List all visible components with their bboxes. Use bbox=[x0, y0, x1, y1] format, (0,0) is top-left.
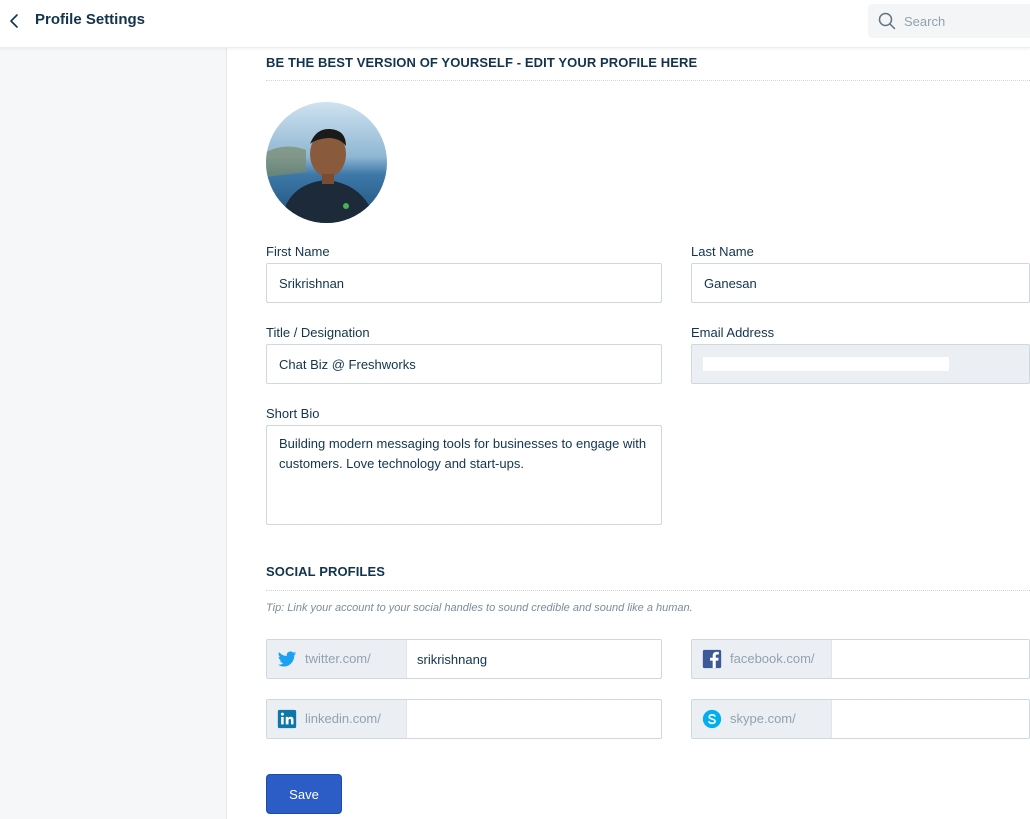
title-label: Title / Designation bbox=[266, 325, 370, 340]
skype-prefix-text: skype.com/ bbox=[730, 711, 796, 726]
last-name-input[interactable] bbox=[691, 263, 1030, 303]
divider bbox=[266, 590, 1030, 591]
back-button[interactable] bbox=[4, 10, 26, 32]
avatar[interactable] bbox=[266, 102, 387, 223]
skype-input[interactable] bbox=[833, 700, 1029, 738]
page-title: Profile Settings bbox=[35, 11, 146, 28]
twitter-input[interactable] bbox=[408, 640, 661, 678]
search-box[interactable] bbox=[868, 4, 1030, 38]
facebook-icon bbox=[702, 649, 722, 669]
email-label: Email Address bbox=[691, 325, 775, 340]
skype-icon bbox=[702, 709, 722, 729]
twitter-icon bbox=[277, 651, 297, 667]
first-name-input[interactable] bbox=[266, 263, 662, 303]
sidebar bbox=[0, 48, 227, 819]
social-section-heading: SOCIAL PROFILES bbox=[266, 564, 385, 579]
skype-field: skype.com/ bbox=[691, 699, 1030, 739]
linkedin-prefix: linkedin.com/ bbox=[267, 700, 407, 738]
search-input[interactable] bbox=[904, 4, 1024, 38]
email-redaction bbox=[703, 357, 949, 371]
twitter-prefix: twitter.com/ bbox=[267, 640, 407, 678]
chevron-left-icon bbox=[10, 14, 18, 28]
main-content: BE THE BEST VERSION OF YOURSELF - EDIT Y… bbox=[227, 48, 1030, 819]
skype-prefix: skype.com/ bbox=[692, 700, 832, 738]
linkedin-field: linkedin.com/ bbox=[266, 699, 662, 739]
social-tip: Tip: Link your account to your social ha… bbox=[266, 602, 693, 614]
facebook-input[interactable] bbox=[833, 640, 1029, 678]
title-input[interactable] bbox=[266, 344, 662, 384]
twitter-prefix-text: twitter.com/ bbox=[305, 651, 371, 666]
first-name-label: First Name bbox=[266, 244, 330, 259]
search-icon bbox=[878, 12, 896, 30]
linkedin-prefix-text: linkedin.com/ bbox=[305, 711, 381, 726]
profile-section-heading: BE THE BEST VERSION OF YOURSELF - EDIT Y… bbox=[266, 55, 698, 70]
top-bar: Profile Settings bbox=[0, 0, 1030, 48]
linkedin-input[interactable] bbox=[408, 700, 661, 738]
twitter-field: twitter.com/ bbox=[266, 639, 662, 679]
divider bbox=[266, 80, 1030, 81]
linkedin-icon bbox=[277, 709, 297, 729]
avatar-image bbox=[266, 102, 387, 223]
last-name-label: Last Name bbox=[691, 244, 754, 259]
save-button[interactable]: Save bbox=[266, 774, 342, 814]
bio-label: Short Bio bbox=[266, 406, 320, 421]
facebook-prefix: facebook.com/ bbox=[692, 640, 832, 678]
facebook-prefix-text: facebook.com/ bbox=[730, 651, 815, 666]
bio-textarea[interactable] bbox=[266, 425, 662, 525]
facebook-field: facebook.com/ bbox=[691, 639, 1030, 679]
